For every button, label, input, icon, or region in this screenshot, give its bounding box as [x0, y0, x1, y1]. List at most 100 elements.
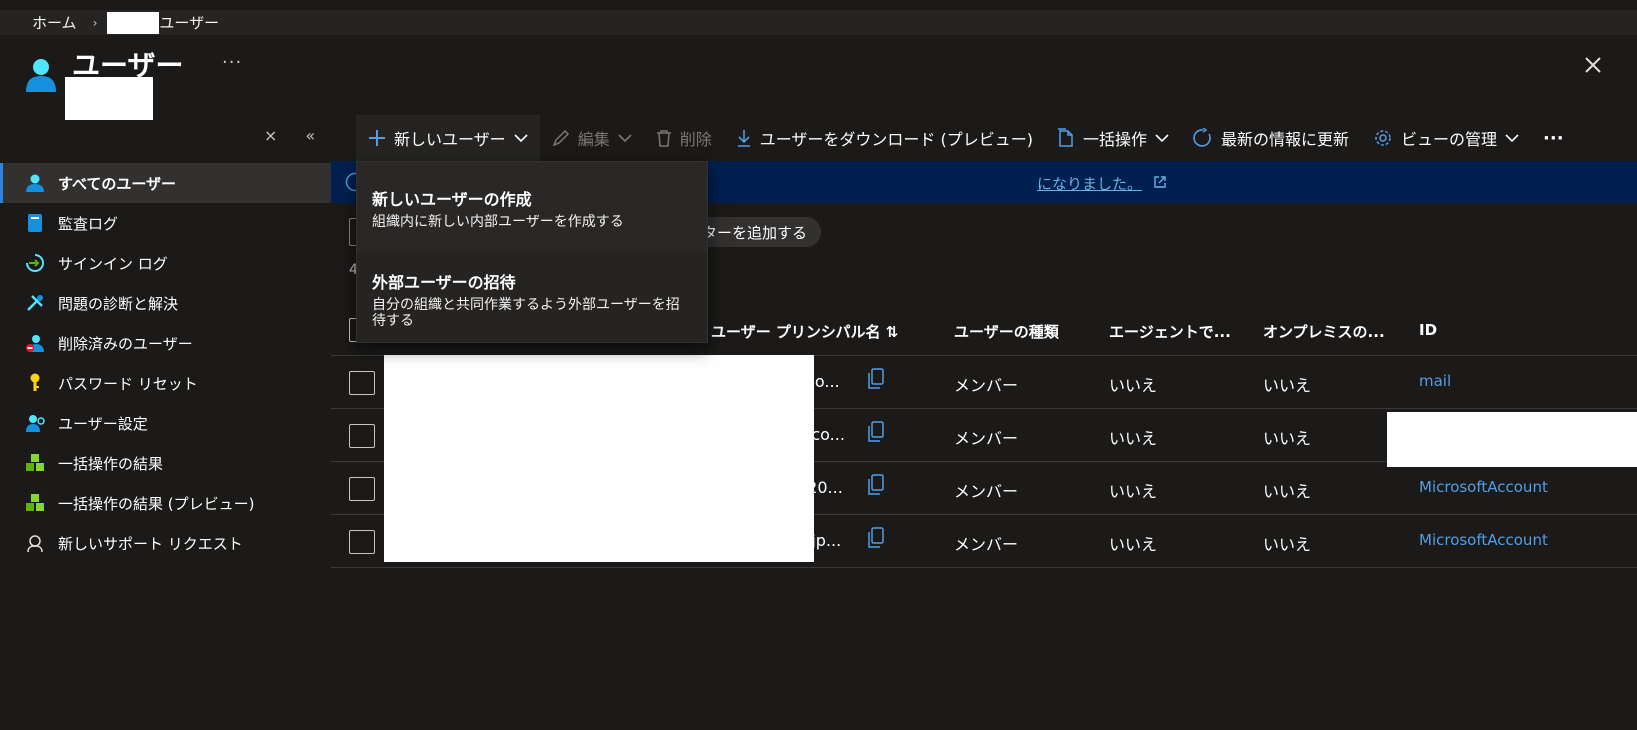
trash-icon — [656, 130, 671, 147]
top-strip — [0, 0, 1637, 10]
sidebar-item-user-settings[interactable]: ユーザー設定 — [0, 403, 331, 443]
download-users-button[interactable]: ユーザーをダウンロード (プレビュー) — [724, 115, 1045, 161]
more-commands-button[interactable]: ··· — [1531, 115, 1576, 161]
refresh-button[interactable]: 最新の情報に更新 — [1181, 115, 1361, 161]
menu-item-desc: 組織内に新しい内部ユーザーを作成する — [372, 214, 624, 230]
sidebar-item-label: 一括操作の結果 (プレビュー) — [58, 494, 255, 513]
copy-icon[interactable] — [867, 421, 885, 443]
column-header-agent[interactable]: エージェントで... — [1109, 321, 1231, 342]
redacted-tenant — [107, 11, 160, 34]
sidebar-item-password-reset[interactable]: パスワード リセット — [0, 363, 331, 403]
agent-cell: いいえ — [1109, 482, 1158, 501]
sidebar-item-audit-logs[interactable]: 監査ログ — [0, 203, 331, 243]
id-link[interactable]: MicrosoftAccount — [1419, 478, 1548, 496]
menu-item-title: 新しいユーザーの作成 — [372, 190, 532, 209]
agent-cell: いいえ — [1109, 429, 1158, 448]
row-checkbox[interactable] — [349, 424, 375, 448]
sidebar-item-signin-logs[interactable]: サインイン ログ — [0, 243, 331, 283]
collapse-sidebar-icon[interactable]: « — [305, 126, 315, 145]
download-label: ユーザーをダウンロード (プレビュー) — [759, 130, 1033, 149]
support-icon — [24, 532, 46, 554]
user-type-cell: メンバー — [954, 482, 1019, 501]
sidebar-item-bulk-results-preview[interactable]: 一括操作の結果 (プレビュー) — [0, 483, 331, 523]
banner-link[interactable]: になりました。 — [1037, 173, 1142, 194]
menu-item-create-user[interactable]: 新しいユーザーの作成 組織内に新しい内部ユーザーを作成する — [357, 162, 707, 251]
bulk-document-icon — [1057, 128, 1073, 147]
sidebar-nav: すべてのユーザー 監査ログ サインイン ログ 問題の診断と解決 削除済みのユーザ… — [0, 163, 331, 563]
command-bar: 新しいユーザー 編集 削除 ユーザーをダウンロード (プレビュー) 一括操作 最… — [356, 115, 1576, 161]
sidebar-item-label: 監査ログ — [58, 214, 119, 233]
add-filter-button[interactable]: ターを追加する — [690, 217, 822, 247]
row-checkbox[interactable] — [349, 371, 375, 395]
book-icon — [24, 212, 46, 234]
breadcrumb-home[interactable]: ホーム — [32, 12, 77, 33]
menu-item-invite-external[interactable]: 外部ユーザーの招待 自分の組織と共同作業するよう外部ユーザーを招待する — [357, 251, 707, 343]
onprem-cell: いいえ — [1263, 376, 1312, 395]
new-user-menu: 新しいユーザーの作成 組織内に新しい内部ユーザーを作成する 外部ユーザーの招待 … — [356, 161, 708, 343]
sidebar-item-all-users[interactable]: すべてのユーザー — [0, 163, 331, 203]
new-user-button[interactable]: 新しいユーザー — [356, 115, 540, 161]
menu-item-title: 外部ユーザーの招待 — [372, 273, 516, 292]
redacted-names — [384, 355, 814, 562]
agent-cell: いいえ — [1109, 376, 1158, 395]
column-header-upn[interactable]: ユーザー プリンシパル名 ⇅ — [711, 321, 898, 342]
sidebar-item-label: サインイン ログ — [58, 254, 168, 273]
user-type-cell: メンバー — [954, 535, 1019, 554]
sidebar-item-support-request[interactable]: 新しいサポート リクエスト — [0, 523, 331, 563]
key-icon — [24, 372, 46, 394]
new-user-label: 新しいユーザー — [394, 130, 506, 149]
manage-view-label: ビューの管理 — [1401, 130, 1498, 149]
chevron-down-icon — [1155, 134, 1169, 143]
sort-icon: ⇅ — [885, 323, 899, 341]
user-icon — [24, 172, 46, 194]
more-options-icon[interactable]: ··· — [222, 52, 242, 73]
copy-icon[interactable] — [867, 474, 885, 496]
bulk-operations-button[interactable]: 一括操作 — [1045, 115, 1181, 161]
sidebar-item-label: 削除済みのユーザー — [58, 334, 193, 353]
manage-view-button[interactable]: ビューの管理 — [1361, 115, 1531, 161]
row-checkbox[interactable] — [349, 477, 375, 501]
redacted-id — [1387, 412, 1637, 467]
user-deleted-icon — [24, 332, 46, 354]
cubes-icon — [24, 492, 46, 514]
sidebar-item-deleted-users[interactable]: 削除済みのユーザー — [0, 323, 331, 363]
onprem-cell: いいえ — [1263, 535, 1312, 554]
more-commands-icon: ··· — [1543, 127, 1564, 149]
sidebar-item-label: 問題の診断と解決 — [58, 294, 179, 313]
agent-cell: いいえ — [1109, 535, 1158, 554]
external-link-icon[interactable] — [1153, 175, 1167, 189]
id-link[interactable]: MicrosoftAccount — [1419, 531, 1548, 549]
close-icon[interactable] — [1580, 52, 1606, 78]
pencil-icon — [552, 129, 569, 147]
user-settings-icon — [24, 412, 46, 434]
column-header-user-type[interactable]: ユーザーの種類 — [954, 321, 1059, 342]
copy-icon[interactable] — [867, 527, 885, 549]
breadcrumb-current: ユーザー — [159, 14, 220, 32]
menu-item-desc: 自分の組織と共同作業するよう外部ユーザーを招待する — [372, 297, 680, 329]
tools-icon — [24, 292, 46, 314]
refresh-icon — [1193, 128, 1211, 147]
sidebar-item-label: すべてのユーザー — [58, 174, 177, 193]
sidebar-item-label: 一括操作の結果 — [58, 454, 164, 473]
add-filter-label: ターを追加する — [702, 223, 808, 242]
signin-icon — [24, 252, 46, 274]
collapse-x-icon[interactable]: × — [264, 126, 277, 145]
sidebar-item-bulk-results[interactable]: 一括操作の結果 — [0, 443, 331, 483]
chevron-down-icon — [618, 134, 632, 143]
user-type-cell: メンバー — [954, 376, 1019, 395]
sidebar-controls: × « — [264, 126, 315, 145]
id-link[interactable]: mail — [1419, 372, 1451, 390]
sidebar-item-label: ユーザー設定 — [58, 414, 148, 433]
cubes-icon — [24, 452, 46, 474]
plus-icon — [369, 130, 385, 146]
chevron-down-icon — [514, 134, 528, 143]
copy-icon[interactable] — [867, 368, 885, 390]
column-header-id[interactable]: ID — [1419, 321, 1437, 339]
delete-button[interactable]: 削除 — [644, 115, 724, 161]
row-checkbox[interactable] — [349, 530, 375, 554]
edit-button[interactable]: 編集 — [540, 115, 644, 161]
bulk-label: 一括操作 — [1082, 130, 1147, 149]
sidebar-item-diagnose[interactable]: 問題の診断と解決 — [0, 283, 331, 323]
column-header-onprem[interactable]: オンプレミスの... — [1263, 321, 1385, 342]
sidebar-item-label: 新しいサポート リクエスト — [58, 534, 243, 553]
